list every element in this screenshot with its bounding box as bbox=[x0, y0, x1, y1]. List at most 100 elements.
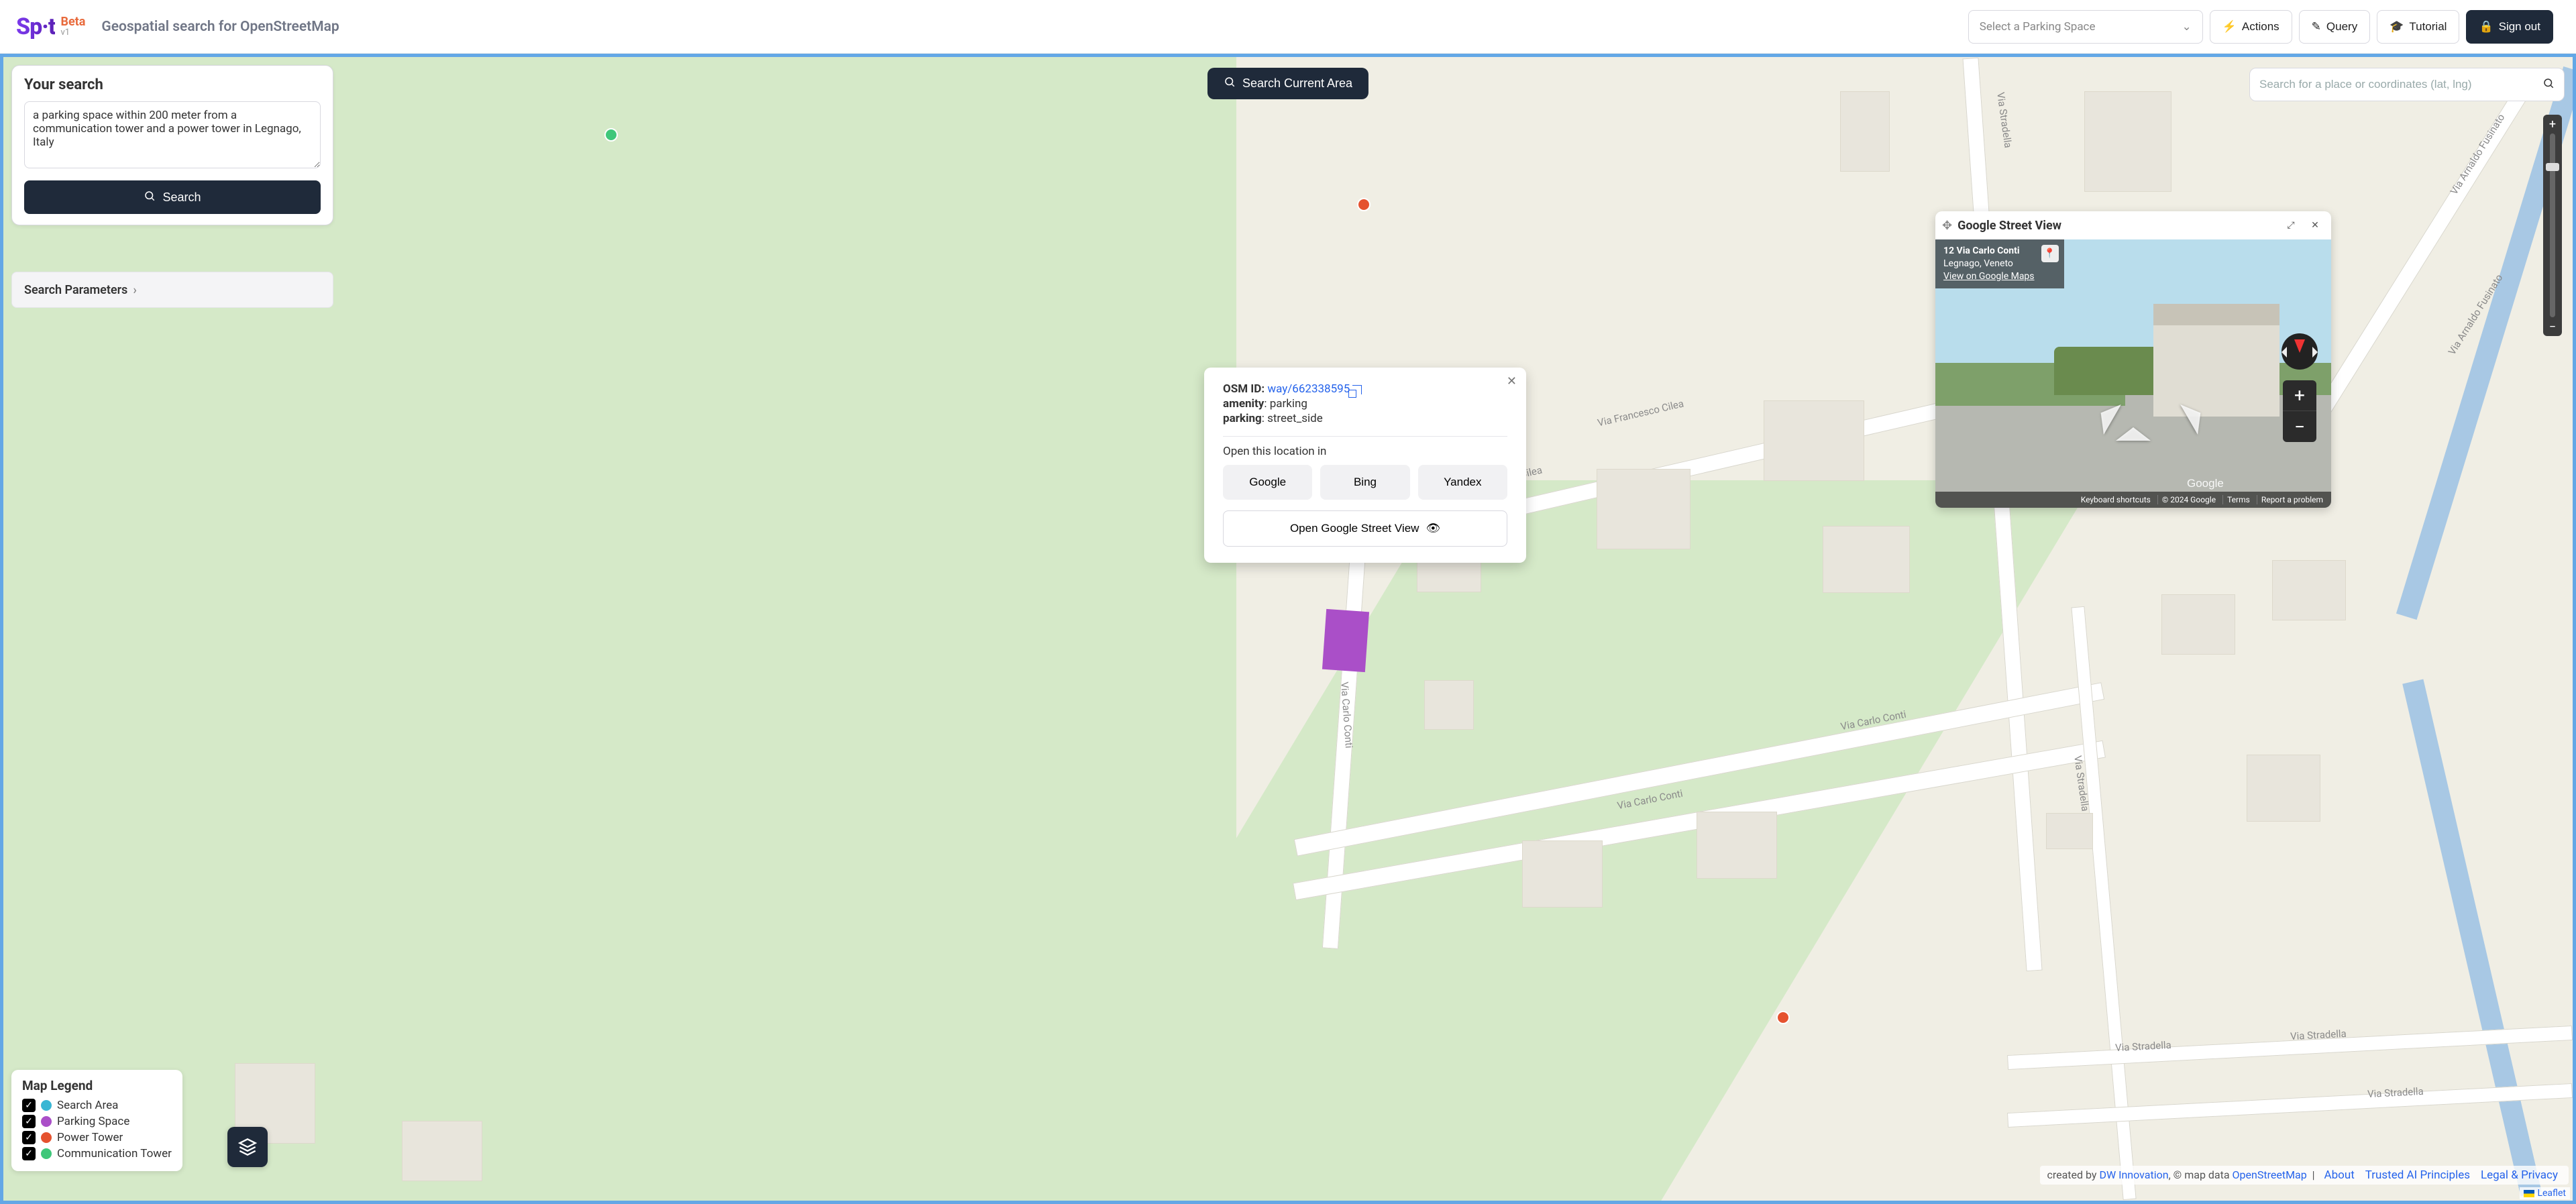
streetview-imagery[interactable]: 12 Via Carlo Conti Legnago, Veneto View … bbox=[1935, 239, 2331, 508]
actions-button[interactable]: ⚡ Actions bbox=[2210, 10, 2292, 44]
place-search-input[interactable] bbox=[2259, 78, 2542, 91]
map-pin-icon[interactable]: 📍 bbox=[2041, 245, 2059, 262]
streetview-address-overlay: 12 Via Carlo Conti Legnago, Veneto View … bbox=[1935, 239, 2064, 288]
parking-space-select[interactable]: Select a Parking Space ⌄ bbox=[1968, 10, 2203, 44]
streetview-address-line2: Legnago, Veneto bbox=[1943, 258, 2035, 270]
legal-privacy-link[interactable]: Legal & Privacy bbox=[2481, 1168, 2558, 1182]
eye-icon: 👁 bbox=[1426, 522, 1440, 535]
tutorial-button[interactable]: 🎓 Tutorial bbox=[2377, 10, 2459, 44]
search-icon[interactable] bbox=[2542, 77, 2555, 92]
report-problem-link[interactable]: Report a problem bbox=[2257, 495, 2327, 504]
query-button[interactable]: ✎ Query bbox=[2299, 10, 2371, 44]
expand-icon[interactable]: ⤢ bbox=[2282, 216, 2300, 235]
view-on-google-maps-link[interactable]: View on Google Maps bbox=[1943, 270, 2035, 283]
legend-item: ✓ Search Area bbox=[22, 1097, 172, 1113]
search-panel: Your search Search bbox=[11, 65, 333, 225]
map-data-label: , © map data bbox=[2169, 1168, 2233, 1181]
communication-tower-marker[interactable] bbox=[604, 128, 618, 142]
legend-item: ✓ Parking Space bbox=[22, 1113, 172, 1130]
zoom-track[interactable] bbox=[2550, 133, 2555, 317]
signout-label: Sign out bbox=[2499, 20, 2540, 34]
power-tower-marker[interactable] bbox=[1357, 198, 1371, 211]
copyright-label: © 2024 Google bbox=[2157, 495, 2220, 504]
google-logo: Google bbox=[2187, 477, 2224, 490]
parking-feature[interactable] bbox=[1322, 609, 1369, 672]
search-icon bbox=[1224, 76, 1236, 91]
osm-id-link[interactable]: way/662338595 bbox=[1267, 382, 1350, 396]
compass-control[interactable] bbox=[2282, 333, 2318, 370]
beta-badge: Beta bbox=[60, 16, 85, 28]
app-subtitle: Geospatial search for OpenStreetMap bbox=[101, 19, 339, 35]
power-tower-marker[interactable] bbox=[1776, 1011, 1790, 1024]
logo[interactable]: Sp·t Beta v1 bbox=[16, 13, 85, 40]
amenity-key: amenity bbox=[1223, 397, 1264, 411]
legend-label: Parking Space bbox=[57, 1115, 129, 1128]
legend-item: ✓ Power Tower bbox=[22, 1130, 172, 1146]
legend-checkbox[interactable]: ✓ bbox=[22, 1115, 36, 1128]
tutorial-label: Tutorial bbox=[2409, 20, 2447, 34]
layers-button[interactable] bbox=[227, 1127, 268, 1167]
osm-id-label: OSM ID: bbox=[1223, 382, 1265, 396]
close-icon[interactable]: ✕ bbox=[1507, 374, 1517, 388]
search-panel-title: Your search bbox=[24, 76, 321, 93]
zoom-out-button[interactable]: − bbox=[2543, 317, 2562, 336]
legend-checkbox[interactable]: ✓ bbox=[22, 1147, 36, 1160]
search-current-area-label: Search Current Area bbox=[1242, 76, 1352, 91]
dw-innovation-link[interactable]: DW Innovation bbox=[2099, 1168, 2168, 1181]
parking-select-placeholder: Select a Parking Space bbox=[1980, 20, 2096, 34]
legend-swatch bbox=[41, 1100, 52, 1111]
graduation-icon: 🎓 bbox=[2390, 20, 2404, 34]
legend-checkbox[interactable]: ✓ bbox=[22, 1099, 36, 1112]
streetview-zoom: + − bbox=[2283, 380, 2316, 442]
keyboard-shortcuts-link[interactable]: Keyboard shortcuts bbox=[2077, 495, 2155, 504]
streetview-address-line1: 12 Via Carlo Conti bbox=[1943, 245, 2035, 258]
version-label: v1 bbox=[60, 28, 85, 37]
streetview-title: Google Street View bbox=[1957, 219, 2276, 233]
zoom-slider[interactable]: + − bbox=[2543, 115, 2562, 336]
chevron-right-icon: › bbox=[133, 283, 136, 297]
map-container: Via Francesco Cilea Via Francesco Cilea … bbox=[0, 54, 2576, 1204]
trusted-ai-link[interactable]: Trusted AI Principles bbox=[2365, 1168, 2470, 1182]
streetview-zoom-out[interactable]: − bbox=[2283, 411, 2316, 442]
move-icon[interactable]: ✥ bbox=[1942, 219, 1952, 233]
parking-value: street_side bbox=[1267, 412, 1323, 425]
about-link[interactable]: About bbox=[2324, 1168, 2355, 1182]
leaflet-attribution[interactable]: Leaflet bbox=[2520, 1187, 2570, 1199]
chevron-down-icon: ⌄ bbox=[2182, 20, 2191, 34]
legend-swatch bbox=[41, 1132, 52, 1143]
osm-link[interactable]: OpenStreetMap bbox=[2233, 1168, 2307, 1181]
search-query-input[interactable] bbox=[24, 101, 321, 168]
search-parameters-toggle[interactable]: Search Parameters › bbox=[11, 272, 333, 308]
terms-link[interactable]: Terms bbox=[2222, 495, 2254, 504]
signout-button[interactable]: 🔒 Sign out bbox=[2466, 10, 2553, 44]
pencil-icon: ✎ bbox=[2312, 20, 2321, 34]
map-legend: Map Legend ✓ Search Area ✓ Parking Space… bbox=[11, 1070, 182, 1171]
lock-icon: 🔒 bbox=[2479, 20, 2493, 34]
search-button-label: Search bbox=[162, 190, 201, 205]
legend-label: Power Tower bbox=[57, 1131, 123, 1144]
streetview-panel: ✥ Google Street View ⤢ ✕ 12 Via Carlo Co… bbox=[1935, 211, 2331, 508]
open-yandex-button[interactable]: Yandex bbox=[1418, 465, 1507, 500]
leaflet-link[interactable]: Leaflet bbox=[2537, 1188, 2566, 1199]
open-streetview-button[interactable]: Open Google Street View 👁 bbox=[1223, 510, 1507, 547]
legend-swatch bbox=[41, 1116, 52, 1127]
app-header: Sp·t Beta v1 Geospatial search for OpenS… bbox=[0, 0, 2576, 54]
zoom-in-button[interactable]: + bbox=[2543, 115, 2562, 133]
streetview-zoom-in[interactable]: + bbox=[2283, 380, 2316, 411]
close-icon[interactable]: ✕ bbox=[2306, 216, 2324, 235]
streetview-nav-arrow[interactable] bbox=[2116, 410, 2151, 441]
parking-key: parking bbox=[1223, 412, 1262, 425]
search-current-area-button[interactable]: Search Current Area bbox=[1208, 68, 1368, 99]
place-search[interactable] bbox=[2249, 68, 2565, 101]
road-label: Via Stradella bbox=[2367, 1085, 2424, 1099]
zoom-thumb[interactable] bbox=[2546, 163, 2559, 171]
created-by-label: created by bbox=[2047, 1168, 2099, 1181]
open-bing-button[interactable]: Bing bbox=[1320, 465, 1409, 500]
open-google-button[interactable]: Google bbox=[1223, 465, 1312, 500]
legend-checkbox[interactable]: ✓ bbox=[22, 1131, 36, 1144]
search-button[interactable]: Search bbox=[24, 180, 321, 214]
amenity-value: parking bbox=[1270, 397, 1307, 411]
legend-label: Search Area bbox=[57, 1099, 118, 1112]
search-parameters-label: Search Parameters bbox=[24, 283, 127, 297]
query-label: Query bbox=[2326, 20, 2357, 34]
